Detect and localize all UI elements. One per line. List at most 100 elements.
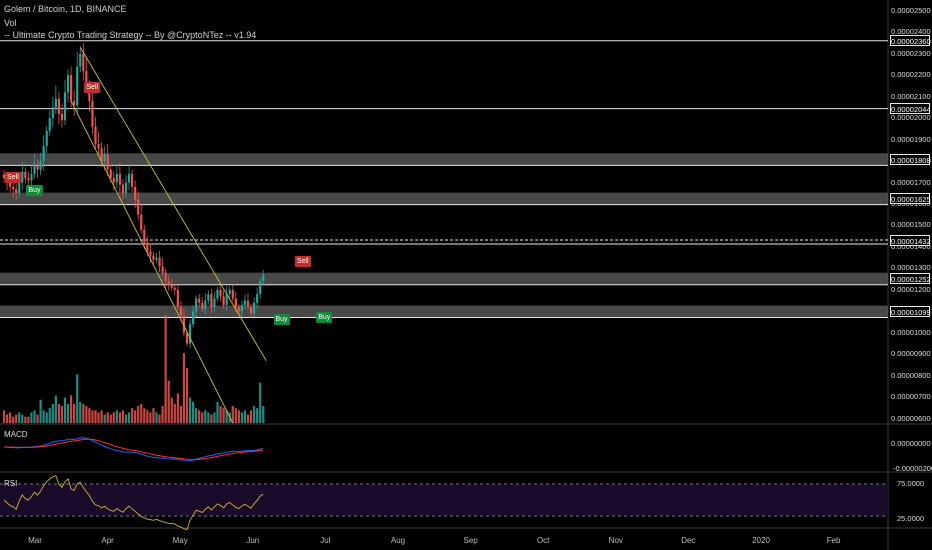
- volume-bar: [210, 414, 213, 423]
- volume-bar: [85, 406, 88, 423]
- price-tick-label: 0.00000800: [891, 370, 931, 380]
- volume-bar: [207, 412, 210, 423]
- rsi-tick-lower: 25.0000: [897, 514, 925, 523]
- volume-bar: [222, 408, 225, 423]
- volume-bar: [237, 410, 240, 423]
- volume-bar: [51, 403, 54, 423]
- candle-body: [249, 307, 253, 314]
- volume-bar: [48, 408, 51, 423]
- volume-bar: [134, 410, 137, 423]
- candle-body: [9, 182, 12, 187]
- volume-bar: [161, 406, 164, 423]
- candle-body: [12, 186, 15, 189]
- time-tick-label: Sep: [463, 536, 478, 545]
- volume-bar: [173, 403, 176, 423]
- sell-signal: Sell: [84, 82, 101, 94]
- candle-body: [36, 165, 39, 170]
- candle-body: [91, 100, 94, 127]
- candle-body: [45, 130, 48, 147]
- level-value-label: 0.00001099: [890, 306, 931, 318]
- volume-bar: [146, 410, 149, 423]
- chart-canvas: [0, 0, 932, 550]
- price-tick-label: 0.00001700: [891, 177, 931, 187]
- volume-bar: [149, 412, 152, 423]
- volume-bar: [45, 412, 48, 423]
- candle-body: [15, 188, 18, 194]
- price-tick-label: 0.00001000: [891, 327, 931, 337]
- volume-bar: [176, 393, 179, 423]
- candle-body: [146, 242, 149, 252]
- volume-bar: [127, 412, 131, 423]
- candle-body: [18, 182, 21, 194]
- candle-body: [204, 300, 207, 310]
- volume-bar: [131, 408, 134, 423]
- candle-body: [63, 92, 67, 121]
- volume-bar: [42, 410, 45, 423]
- macd-line: [3, 437, 264, 462]
- volume-bar: [73, 403, 76, 423]
- time-tick-label: 2020: [752, 536, 770, 545]
- time-tick-label: Apr: [101, 536, 114, 545]
- candle-body: [109, 169, 112, 179]
- volume-bar: [152, 408, 155, 423]
- candle-body: [213, 298, 216, 308]
- volume-bar: [27, 416, 30, 423]
- candle-body: [60, 113, 64, 121]
- candle-body: [240, 304, 243, 312]
- candle-body: [188, 324, 192, 344]
- time-tick-label: Jul: [320, 536, 331, 545]
- volume-bar: [54, 395, 57, 423]
- volume-bar: [21, 414, 24, 423]
- candle-body: [57, 98, 60, 114]
- volume-bar: [216, 401, 219, 423]
- volume-bar: [249, 410, 253, 423]
- candle-body: [39, 161, 42, 170]
- level-zone: [0, 192, 888, 205]
- candle-body: [201, 302, 204, 310]
- price-tick-label: 0.00001900: [891, 134, 931, 144]
- volume-bar: [170, 397, 173, 423]
- candle-body: [100, 148, 103, 162]
- volume-bar: [167, 380, 170, 423]
- sell-signal: Sell: [294, 255, 311, 267]
- volume-bar: [100, 410, 103, 423]
- candle-body: [176, 289, 179, 308]
- time-tick-label: Jun: [246, 536, 260, 545]
- level-value-label: 0.00002044: [890, 103, 931, 115]
- candle-body: [210, 294, 213, 308]
- volume-bar: [30, 412, 33, 423]
- volume-bar: [253, 406, 256, 423]
- candle-body: [24, 171, 27, 179]
- volume-bar: [137, 406, 140, 423]
- candle-body: [118, 173, 121, 185]
- candle-body: [246, 300, 250, 308]
- volume-bar: [24, 416, 27, 423]
- level-zone: [0, 272, 888, 285]
- price-tick-label: 0.00001300: [891, 263, 931, 273]
- volume-bar: [9, 412, 12, 423]
- candle-body: [158, 257, 161, 267]
- price-tick-label: 0.00001500: [891, 220, 931, 230]
- volume-bar: [158, 414, 161, 423]
- candle-body: [243, 300, 247, 305]
- volume-bar: [15, 414, 18, 423]
- price-tick-label: 0.00002200: [891, 70, 931, 80]
- candle-body: [222, 296, 225, 305]
- volume-bar: [76, 374, 79, 423]
- level-value-label: 0.00001432: [890, 234, 931, 246]
- candle-body: [127, 173, 131, 183]
- symbol-title: Golem / Bitcoin, 1D, BINANCE: [4, 4, 127, 14]
- macd-title: MACD: [4, 430, 28, 439]
- candle-body: [161, 266, 164, 273]
- candle-body: [137, 199, 140, 215]
- candle-body: [66, 75, 70, 93]
- volume-bar: [70, 395, 73, 423]
- volume-bar: [63, 397, 67, 423]
- candle-body: [195, 298, 198, 312]
- volume-bar: [204, 410, 207, 423]
- candle-body: [54, 98, 57, 108]
- candle-body: [134, 186, 137, 200]
- candle-body: [115, 173, 118, 183]
- volume-bar: [262, 406, 265, 423]
- time-tick-label: Feb: [826, 536, 841, 545]
